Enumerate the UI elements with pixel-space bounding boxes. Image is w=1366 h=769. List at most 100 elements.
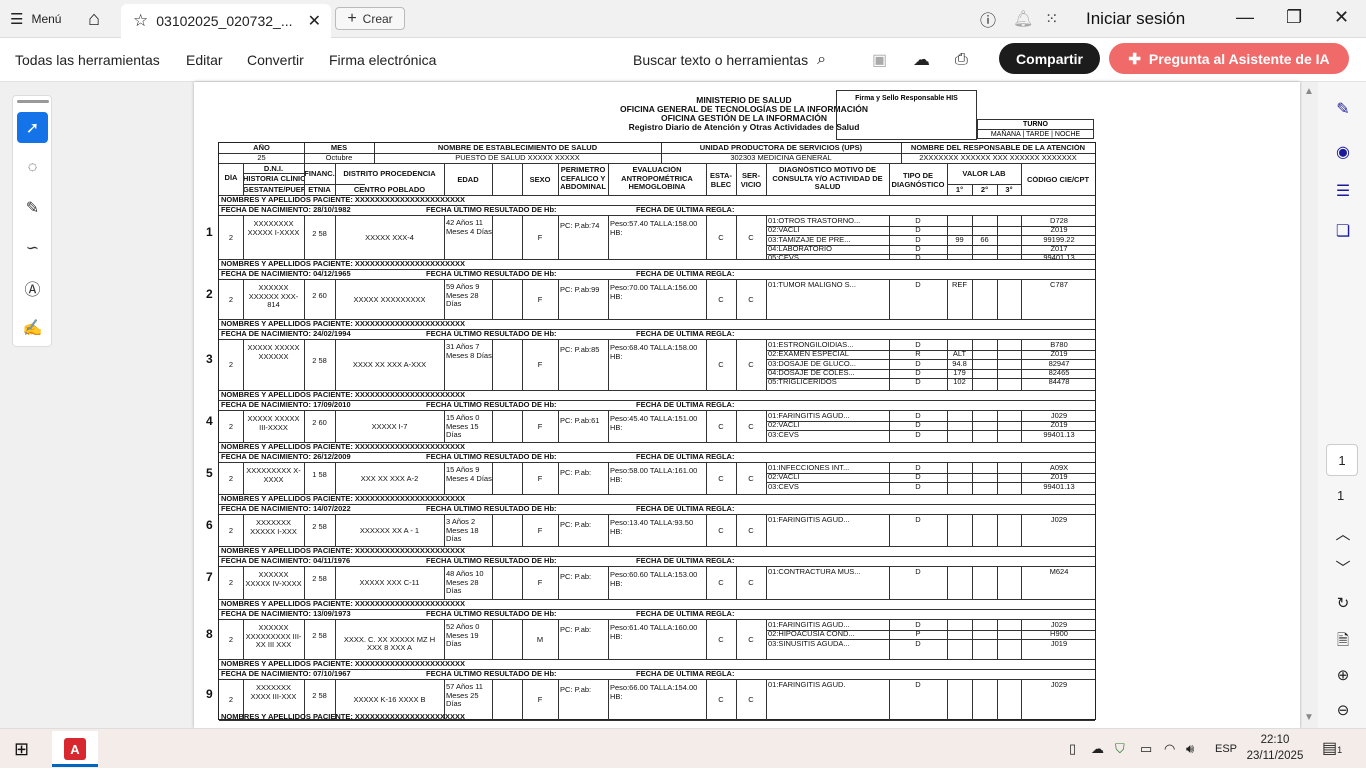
- notification-icon[interactable]: ▤1: [1322, 738, 1342, 758]
- close-window-icon[interactable]: ✕: [1334, 0, 1349, 34]
- draw-freehand-icon[interactable]: ∽: [17, 232, 48, 263]
- chevron-up-icon[interactable]: ︿: [1330, 523, 1356, 544]
- col-gestante: GESTANTE/PUERPERA: [243, 186, 304, 194]
- help-icon[interactable]: ⓘ: [980, 0, 996, 38]
- col-codigo: CÓDIGO CIE/CPT: [1026, 176, 1090, 184]
- record-dni: XXXXXXX XXXX III-XXX: [250, 684, 297, 701]
- record-estab: C: [718, 233, 724, 242]
- signin-button[interactable]: Iniciar sesión: [1086, 0, 1185, 38]
- text-box-icon[interactable]: Ⓐ: [17, 272, 48, 303]
- row-divider: [219, 462, 1095, 463]
- column-divider: [608, 216, 609, 259]
- windows-start-icon[interactable]: ⊞: [14, 739, 29, 760]
- record-codigo: Z019: [1050, 226, 1068, 235]
- current-page-input[interactable]: 1: [1326, 444, 1358, 476]
- chevron-down-icon[interactable]: ﹀: [1330, 557, 1356, 578]
- highlight-pen-icon[interactable]: ✎: [17, 192, 48, 223]
- record-codigo: 99199.22: [1043, 235, 1075, 244]
- record-perimetro: PC: P.ab:85: [560, 346, 600, 354]
- month-value: Octubre: [325, 154, 353, 162]
- month-label: MES: [330, 144, 348, 152]
- scroll-up-icon[interactable]: ▲: [1304, 86, 1314, 97]
- column-divider: [706, 164, 707, 195]
- comment-icon[interactable]: ◌: [17, 152, 48, 183]
- apps-grid-icon[interactable]: ⁙: [1045, 0, 1058, 38]
- vertical-scrollbar[interactable]: ▲ ▼: [1302, 82, 1316, 728]
- create-button[interactable]: + Crear: [335, 7, 405, 30]
- menu-edit[interactable]: Editar: [186, 38, 223, 82]
- record-perimetro: PC: P.ab:: [560, 521, 592, 529]
- search-tools[interactable]: Buscar texto o herramientas ⌕: [633, 38, 826, 82]
- battery-icon[interactable]: ▭: [1140, 729, 1152, 769]
- menu-button[interactable]: ☰ Menú: [10, 0, 61, 38]
- column-divider: [492, 340, 493, 390]
- col-dia: DÍA: [224, 174, 238, 182]
- record-financ: 2 58: [312, 631, 327, 640]
- save-file-icon[interactable]: 🗎︎: [1330, 630, 1356, 655]
- record-codigo: Z019: [1050, 473, 1068, 482]
- document-tab[interactable]: ☆ 03102025_020732_... ✕: [121, 4, 331, 38]
- zoom-out-icon[interactable]: ⊖: [1330, 701, 1356, 719]
- column-divider: [766, 567, 767, 599]
- comment-panel-icon[interactable]: ◉: [1330, 139, 1356, 165]
- record-number: 6: [206, 517, 213, 532]
- record-tipo: D: [915, 516, 921, 524]
- record-edad: 31 Años 7 Meses 8 Días: [446, 343, 492, 360]
- record-dni: XXXXX XXXXX III-XXXX: [247, 415, 300, 432]
- upload-cloud-icon[interactable]: ☁: [913, 38, 930, 82]
- acrobat-taskbar-button[interactable]: A: [52, 731, 98, 767]
- restore-icon[interactable]: ❐: [1286, 0, 1302, 34]
- select-cursor-icon[interactable]: ➚: [17, 112, 48, 143]
- zoom-in-icon[interactable]: ⊕: [1330, 666, 1356, 684]
- col-tipo: TIPO DE DIAGNÓSTICO: [891, 172, 945, 189]
- record-number: 8: [206, 626, 213, 641]
- col-historia: HISTORIA CLÍNICA: [243, 175, 304, 183]
- record-codigo: J029: [1050, 681, 1068, 689]
- column-divider: [444, 340, 445, 390]
- sign-icon[interactable]: ✍: [17, 312, 48, 343]
- cloud-off-icon[interactable]: ☁: [1091, 729, 1104, 769]
- record-codigo: 82947: [1048, 359, 1070, 368]
- record-number: 5: [206, 465, 213, 480]
- record-number: 1: [206, 224, 213, 239]
- menu-convert[interactable]: Convertir: [247, 38, 304, 82]
- record-estab: C: [718, 361, 724, 369]
- bookmark-icon[interactable]: ☰: [1330, 178, 1356, 204]
- star-icon[interactable]: ☆: [133, 11, 148, 31]
- usb-icon[interactable]: ▯: [1069, 729, 1076, 769]
- record-distrito: XXXXX K-16 XXXX B: [353, 696, 426, 704]
- col-v1: 1°: [955, 186, 964, 194]
- panel-grip[interactable]: [17, 100, 49, 103]
- pages-icon[interactable]: ❏: [1330, 218, 1356, 244]
- scroll-down-icon[interactable]: ▼: [1304, 712, 1314, 723]
- record-number: 2: [206, 286, 213, 301]
- print-icon[interactable]: ⎙: [955, 38, 968, 82]
- record-financ: 2 58: [312, 575, 327, 583]
- menu-all-tools[interactable]: Todas las herramientas: [15, 38, 160, 82]
- edit-pdf-icon[interactable]: ✎: [1330, 96, 1356, 122]
- birth-date: FECHA DE NACIMIENTO: 07/10/1967: [221, 670, 351, 678]
- menu-esign[interactable]: Firma electrónica: [329, 38, 436, 82]
- wifi-icon[interactable]: ◠: [1164, 729, 1175, 769]
- last-period-label: FECHA DE ÚLTIMA REGLA:: [636, 610, 735, 618]
- record-servicio: C: [748, 295, 754, 304]
- ai-assistant-button[interactable]: ✚ Pregunta al Asistente de IA: [1109, 43, 1349, 74]
- minimize-icon[interactable]: —: [1236, 0, 1254, 34]
- home-icon[interactable]: ⌂: [88, 0, 100, 38]
- record-sexo: F: [537, 474, 543, 483]
- shield-icon[interactable]: ⛉: [1115, 729, 1125, 769]
- refresh-icon[interactable]: ↻: [1330, 594, 1356, 612]
- column-divider: [558, 340, 559, 390]
- close-tab-icon[interactable]: ✕: [308, 11, 321, 31]
- clock[interactable]: 22:10 23/11/2025: [1244, 732, 1306, 764]
- record-edad: 42 Años 11 Meses 4 Días: [446, 219, 492, 236]
- record-diagnosis: 01:FARINGITIS AGUD...: [768, 516, 850, 524]
- language-indicator[interactable]: ESP: [1215, 729, 1237, 769]
- save-icon[interactable]: ▣: [872, 38, 887, 82]
- bell-icon[interactable]: 🔔︎: [1013, 0, 1033, 38]
- volume-icon[interactable]: 🔊︎: [1186, 729, 1194, 769]
- record-evaluacion: Peso:13.40 TALLA:93.50 HB:: [610, 519, 694, 536]
- ups-label: UNIDAD PRODUCTORA DE SERVICIOS (UPS): [699, 144, 863, 152]
- patient-name-row: NOMBRES Y APELLIDOS PACIENTE: XXXXXXXXXX…: [221, 713, 465, 721]
- share-button[interactable]: Compartir: [999, 43, 1100, 74]
